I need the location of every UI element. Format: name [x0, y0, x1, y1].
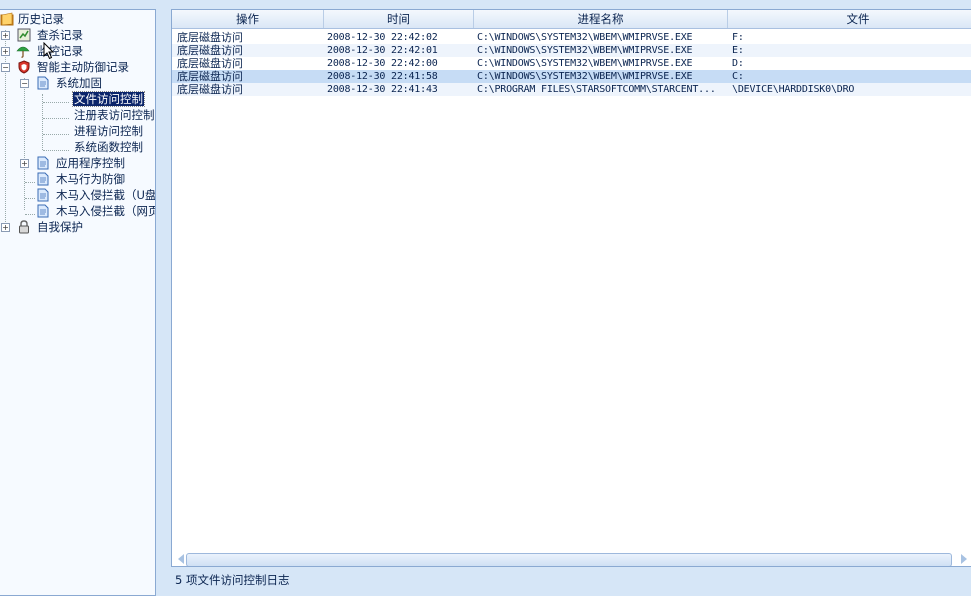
status-bar-text: 5 项文件访问控制日志	[175, 573, 290, 587]
tree-item-trojan-behavior-defense[interactable]: 木马行为防御	[0, 171, 155, 187]
expand-plus-icon[interactable]: +	[1, 31, 10, 40]
tree-item-label: 注册表访问控制	[74, 108, 155, 122]
cell-time: 2008-12-30 22:41:58	[327, 71, 438, 82]
tree-item-label: 系统加固	[56, 76, 102, 90]
table-row[interactable]: 底层磁盘访问 2008-12-30 22:42:00 C:\WINDOWS\SY…	[172, 57, 971, 70]
log-table[interactable]: 操作 时间 进程名称 文件 底层磁盘访问 2008-12-30 22:42:02…	[171, 9, 971, 567]
tree-item-process-access-control[interactable]: 进程访问控制	[0, 123, 155, 139]
tree-root-label: 历史记录	[18, 12, 64, 26]
cell-operation: 底层磁盘访问	[177, 83, 243, 96]
cell-file: E:	[732, 45, 744, 56]
tree-item-label: 木马行为防御	[56, 172, 125, 186]
cell-file: \DEVICE\HARDDISK0\DRO	[732, 84, 855, 95]
expand-plus-icon[interactable]: +	[1, 47, 10, 56]
table-row[interactable]: 底层磁盘访问 2008-12-30 22:42:01 C:\WINDOWS\SY…	[172, 44, 971, 57]
tree-item-trojan-intrusion-web[interactable]: 木马入侵拦截（网页	[0, 203, 155, 219]
cell-process-name: C:\WINDOWS\SYSTEM32\WBEM\WMIPRVSE.EXE	[477, 45, 693, 56]
column-header-process-name[interactable]: 进程名称	[474, 10, 728, 28]
table-row[interactable]: 底层磁盘访问 2008-12-30 22:41:43 C:\PROGRAM FI…	[172, 83, 971, 96]
tree-item-monitor-records[interactable]: + 监控记录	[0, 43, 155, 59]
cell-operation: 底层磁盘访问	[177, 31, 243, 44]
mouse-cursor-icon	[43, 42, 55, 60]
expand-plus-icon[interactable]: +	[1, 223, 10, 232]
tree-item-label: 系统函数控制	[74, 140, 143, 154]
document-icon	[37, 172, 49, 186]
collapse-minus-icon[interactable]: −	[20, 79, 29, 88]
tree-item-label: 木马入侵拦截（网页	[56, 204, 156, 218]
scrollbar-thumb[interactable]	[186, 553, 952, 566]
collapse-minus-icon[interactable]: −	[1, 63, 10, 72]
tree-item-label: 木马入侵拦截（U盘	[56, 188, 156, 202]
scroll-left-arrow-icon[interactable]	[178, 554, 184, 564]
tree-item-label: 查杀记录	[37, 28, 83, 42]
column-header-file[interactable]: 文件	[728, 10, 971, 28]
tree-item-trojan-intrusion-usb[interactable]: 木马入侵拦截（U盘	[0, 187, 155, 203]
tree-item-label: 智能主动防御记录	[37, 60, 129, 74]
tree-item-app-control[interactable]: + 应用程序控制	[0, 155, 155, 171]
cell-process-name: C:\WINDOWS\SYSTEM32\WBEM\WMIPRVSE.EXE	[477, 58, 693, 69]
tree-item-scan-records[interactable]: + 查杀记录	[0, 27, 155, 43]
tree-item-label: 进程访问控制	[74, 124, 143, 138]
tree-item-system-hardening[interactable]: − 系统加固	[0, 75, 155, 91]
column-header-time[interactable]: 时间	[324, 10, 474, 28]
document-icon	[37, 204, 49, 218]
tree-item-registry-access-control[interactable]: 注册表访问控制	[0, 107, 155, 123]
tree-item-label: 文件访问控制	[72, 91, 145, 107]
scroll-right-arrow-icon[interactable]	[961, 554, 967, 564]
horizontal-scrollbar[interactable]	[172, 552, 971, 566]
cell-time: 2008-12-30 22:42:01	[327, 45, 438, 56]
cell-time: 2008-12-30 22:42:00	[327, 58, 438, 69]
column-header-operation[interactable]: 操作	[172, 10, 324, 28]
cell-operation: 底层磁盘访问	[177, 44, 243, 57]
cell-process-name: C:\WINDOWS\SYSTEM32\WBEM\WMIPRVSE.EXE	[477, 32, 693, 43]
lock-icon	[19, 220, 29, 234]
tree-item-proactive-defense[interactable]: − 智能主动防御记录	[0, 59, 155, 75]
cell-process-name: C:\PROGRAM FILES\STARSOFTCOMM\STARCENT..…	[477, 84, 716, 95]
tree-item-system-function-control[interactable]: 系统函数控制	[0, 139, 155, 155]
history-tree[interactable]: 历史记录 + 查杀记录 + 监控记录 − 智能主动防御记录 − 系统加固 文件访…	[0, 9, 156, 596]
document-icon	[37, 188, 49, 202]
document-icon	[37, 76, 49, 90]
tree-item-label: 应用程序控制	[56, 156, 125, 170]
cell-file: F:	[732, 32, 744, 43]
umbrella-icon	[16, 46, 30, 58]
cell-time: 2008-12-30 22:42:02	[327, 32, 438, 43]
table-row[interactable]: 底层磁盘访问 2008-12-30 22:42:02 C:\WINDOWS\SY…	[172, 31, 971, 44]
table-header: 操作 时间 进程名称 文件	[172, 10, 971, 29]
cell-time: 2008-12-30 22:41:43	[327, 84, 438, 95]
cell-process-name: C:\WINDOWS\SYSTEM32\WBEM\WMIPRVSE.EXE	[477, 71, 693, 82]
tree-item-label: 自我保护	[37, 220, 83, 234]
table-row-selected[interactable]: 底层磁盘访问 2008-12-30 22:41:58 C:\WINDOWS\SY…	[172, 70, 971, 83]
cell-file: D:	[732, 58, 744, 69]
history-folder-icon	[0, 12, 14, 26]
tree-item-self-protection[interactable]: + 自我保护	[0, 219, 155, 235]
cell-file: C:	[732, 71, 744, 82]
scan-report-icon	[17, 28, 31, 42]
cell-operation: 底层磁盘访问	[177, 70, 243, 83]
cell-operation: 底层磁盘访问	[177, 57, 243, 70]
tree-root-history[interactable]: 历史记录	[0, 11, 155, 27]
tree-item-file-access-control[interactable]: 文件访问控制	[0, 91, 155, 107]
expand-plus-icon[interactable]: +	[20, 159, 29, 168]
shield-icon	[18, 60, 30, 74]
document-icon	[37, 156, 49, 170]
